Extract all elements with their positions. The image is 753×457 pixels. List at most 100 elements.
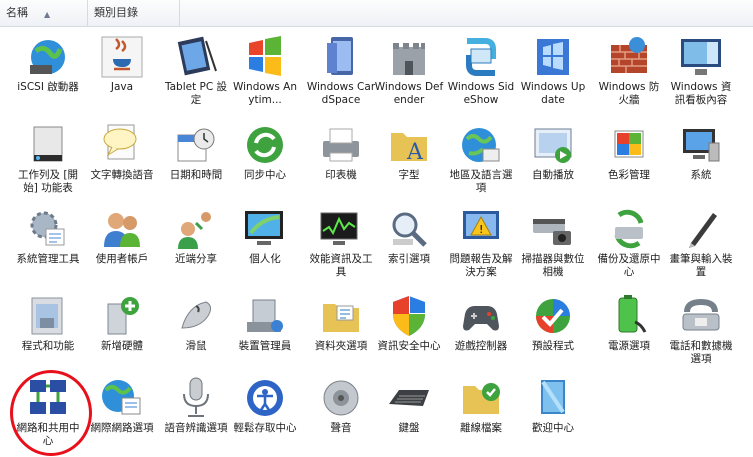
network-sharing-icon: [30, 380, 66, 414]
phone-modem-icon: [682, 298, 720, 331]
java-icon: [101, 36, 143, 78]
ease-of-access-icon: [247, 380, 283, 416]
item-label: 畫筆與輸入裝置: [669, 253, 733, 278]
control-panel-item[interactable]: Windows SideShow: [444, 30, 518, 116]
taskbar-icon: [33, 126, 63, 162]
control-panel-item[interactable]: 地區及語言選項: [444, 118, 518, 204]
control-panel-item[interactable]: 使用者帳戶: [85, 202, 159, 288]
control-panel-item[interactable]: 電話和數據機選項: [664, 289, 738, 375]
control-panel-item[interactable]: Windows Anytim...: [228, 30, 302, 116]
item-label: Windows CardSpace: [306, 81, 376, 106]
control-panel-item[interactable]: 索引選項: [372, 202, 446, 288]
item-label: 新增硬體: [101, 340, 143, 352]
control-panel-item[interactable]: 備份及還原中心: [592, 202, 666, 288]
control-panel-item[interactable]: 資料夾選項: [304, 289, 378, 375]
control-panel-item[interactable]: 程式和功能: [11, 289, 85, 375]
item-label: 日期和時間: [169, 169, 223, 181]
control-panel-item[interactable]: 輕鬆存取中心: [228, 371, 302, 457]
item-label: Tablet PC 設定: [164, 81, 228, 106]
control-panel-item[interactable]: 色彩管理: [592, 118, 666, 204]
item-label: 索引選項: [388, 253, 430, 265]
power-options-icon: [618, 295, 647, 333]
control-panel-item[interactable]: 同步中心: [228, 118, 302, 204]
control-panel-item[interactable]: 系統: [664, 118, 738, 204]
control-panel-item[interactable]: 系統管理工具: [11, 202, 85, 288]
control-panel-item[interactable]: 印表機: [304, 118, 378, 204]
control-panel-item[interactable]: 電源選項: [592, 289, 666, 375]
item-label: iSCSI 啟動器: [17, 81, 79, 93]
control-panel-item[interactable]: 工作列及 [開始] 功能表: [11, 118, 85, 204]
control-panel-item[interactable]: 離線檔案: [444, 371, 518, 457]
control-panel-item[interactable]: 歡迎中心: [516, 371, 590, 457]
item-label: Windows 防火牆: [598, 81, 660, 106]
item-label: 個人化: [249, 253, 281, 265]
control-panel-item[interactable]: 效能資訊及工具: [304, 202, 378, 288]
performance-icon: [320, 212, 358, 245]
item-label: 離線檔案: [460, 422, 502, 434]
control-panel-item[interactable]: 掃描器與數位相機: [516, 202, 590, 288]
people-near-me-icon: [178, 212, 211, 249]
offline-files-icon: [463, 383, 500, 414]
iscsi-globe-icon: [30, 40, 65, 74]
backup-restore-icon: [614, 209, 644, 249]
item-label: 歡迎中心: [532, 422, 574, 434]
control-panel-item[interactable]: 日期和時間: [159, 118, 233, 204]
control-panel-item[interactable]: 聲音: [304, 371, 378, 457]
item-label: 網路和共用中心: [16, 422, 80, 447]
control-panel-item[interactable]: 自動播放: [516, 118, 590, 204]
control-panel-item[interactable]: 資訊安全中心: [372, 289, 446, 375]
item-label: 同步中心: [244, 169, 286, 181]
control-panel-item[interactable]: 個人化: [228, 202, 302, 288]
fonts-folder-icon: A: [391, 133, 427, 165]
control-panel-item[interactable]: 預設程式: [516, 289, 590, 375]
item-label: 資訊安全中心: [377, 340, 441, 352]
control-panel-item[interactable]: 網際網路選項: [85, 371, 159, 457]
item-label: 使用者帳戶: [95, 253, 149, 265]
control-panel-item[interactable]: Windows CardSpace: [304, 30, 378, 116]
defender-castle-icon: [393, 43, 425, 75]
control-panel-item[interactable]: 裝置管理員: [228, 289, 302, 375]
control-panel-item[interactable]: Java: [85, 30, 159, 116]
control-panel-item[interactable]: 網路和共用中心: [11, 371, 85, 457]
item-label: 備份及還原中心: [597, 253, 661, 278]
control-panel-item[interactable]: 滑鼠: [159, 289, 233, 375]
control-panel-item[interactable]: Windows 資訊看板內容: [664, 30, 738, 116]
name-column-label: 名稱: [6, 6, 28, 19]
internet-options-icon: [102, 380, 141, 415]
item-label: 系統: [690, 169, 712, 181]
control-panel-item[interactable]: 新增硬體: [85, 289, 159, 375]
control-panel-item[interactable]: 近端分享: [159, 202, 233, 288]
category-column-header[interactable]: 類別目錄: [88, 0, 180, 26]
item-label: 預設程式: [532, 340, 574, 352]
name-column-header[interactable]: 名稱 ▲: [0, 0, 88, 26]
control-panel-item[interactable]: 畫筆與輸入裝置: [664, 202, 738, 288]
item-label: 聲音: [330, 422, 352, 434]
add-hardware-icon: [107, 297, 139, 335]
control-panel-item[interactable]: ! 問題報告及解決方案: [444, 202, 518, 288]
control-panel-item[interactable]: Windows Update: [516, 30, 590, 116]
tablet-pc-icon: [177, 36, 217, 76]
control-panel-item[interactable]: A 字型: [372, 118, 446, 204]
control-panel-item[interactable]: 遊戲控制器: [444, 289, 518, 375]
problem-reports-icon: !: [463, 211, 499, 239]
item-label: 電話和數據機選項: [669, 340, 733, 365]
welcome-center-icon: [541, 380, 565, 414]
item-label: 遊戲控制器: [454, 340, 508, 352]
scanner-camera-icon: [533, 219, 571, 245]
control-panel-item[interactable]: 文字轉換語音: [85, 118, 159, 204]
cardspace-icon: [327, 37, 353, 75]
control-panel-item[interactable]: Windows Defender: [372, 30, 446, 116]
control-panel-item[interactable]: Windows 防火牆: [592, 30, 666, 116]
item-label: 文字轉換語音: [90, 169, 154, 181]
admin-tools-icon: [30, 211, 65, 246]
item-label: 輕鬆存取中心: [233, 422, 297, 434]
item-label: Windows 資訊看板內容: [670, 81, 732, 106]
programs-features-icon: [31, 297, 63, 335]
control-panel-item[interactable]: iSCSI 啟動器: [11, 30, 85, 116]
item-label: Java: [110, 81, 134, 93]
control-panel-item[interactable]: 鍵盤: [372, 371, 446, 457]
control-panel-item[interactable]: Tablet PC 設定: [159, 30, 233, 116]
sync-center-icon: [247, 127, 283, 163]
user-accounts-icon: [104, 213, 140, 247]
control-panel-item[interactable]: 語音辨識選項: [159, 371, 233, 457]
